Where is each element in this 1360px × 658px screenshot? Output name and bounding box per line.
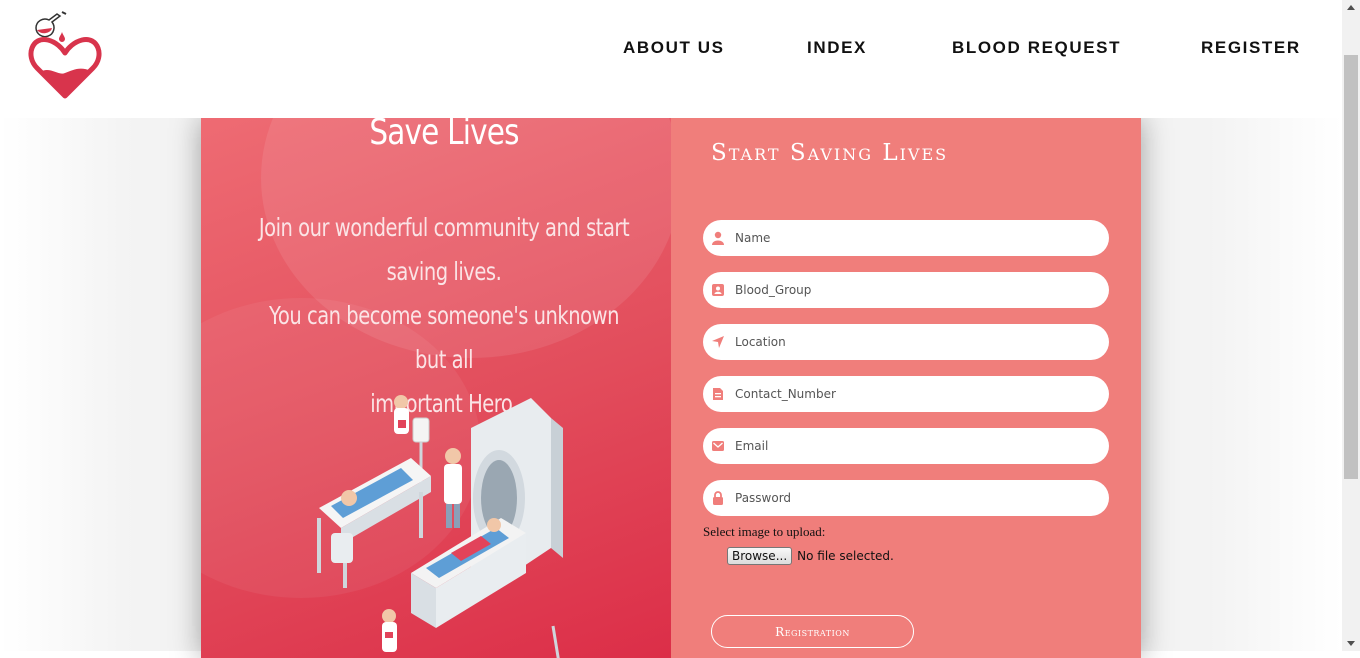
location-arrow-icon bbox=[712, 336, 724, 348]
email-input[interactable] bbox=[735, 434, 1075, 458]
location-input[interactable] bbox=[735, 330, 1075, 354]
hospital-mri-illustration bbox=[317, 395, 563, 658]
email-field[interactable] bbox=[703, 428, 1109, 464]
file-status: No file selected. bbox=[797, 549, 894, 563]
registration-button[interactable]: Registration bbox=[711, 615, 914, 648]
hero-title: Save Lives bbox=[369, 118, 519, 153]
contact-number-input[interactable] bbox=[735, 382, 1075, 406]
nav-blood-request[interactable]: BLOOD REQUEST bbox=[952, 38, 1121, 58]
form-panel: Start Saving Lives Select image to uploa… bbox=[671, 118, 1141, 658]
blood-group-field[interactable] bbox=[703, 272, 1109, 308]
lock-icon bbox=[713, 491, 723, 505]
location-field[interactable] bbox=[703, 324, 1109, 360]
vertical-scrollbar[interactable] bbox=[1342, 0, 1360, 651]
envelope-icon bbox=[712, 441, 724, 451]
name-field[interactable] bbox=[703, 220, 1109, 256]
browse-button[interactable]: Browse... bbox=[727, 547, 793, 565]
document-icon bbox=[713, 388, 723, 400]
scroll-down-arrow-icon[interactable] bbox=[1342, 635, 1360, 651]
form-title: Start Saving Lives bbox=[711, 140, 949, 166]
hero-panel: Save Lives Join our wonderful community … bbox=[201, 118, 671, 658]
hero-text-line: You can become someone's unknown but all bbox=[269, 301, 619, 374]
upload-label: Select image to upload: bbox=[703, 524, 826, 539]
site-header: ABOUT US INDEX BLOOD REQUEST REGISTER bbox=[0, 0, 1342, 118]
scroll-thumb[interactable] bbox=[1344, 55, 1358, 479]
name-input[interactable] bbox=[735, 226, 1075, 250]
contact-number-field[interactable] bbox=[703, 376, 1109, 412]
file-upload: Browse... No file selected. bbox=[727, 547, 894, 565]
scroll-up-arrow-icon[interactable] bbox=[1342, 0, 1360, 16]
user-icon bbox=[712, 231, 724, 245]
hero-text-line: Join our wonderful community and start s… bbox=[258, 213, 630, 286]
contact-book-icon bbox=[712, 284, 724, 296]
registration-card: Save Lives Join our wonderful community … bbox=[201, 118, 1141, 658]
password-input[interactable] bbox=[735, 486, 1075, 510]
nav-index[interactable]: INDEX bbox=[807, 38, 867, 58]
heart-blood-logo-icon[interactable] bbox=[28, 10, 102, 100]
blood-group-input[interactable] bbox=[735, 278, 1075, 302]
password-field[interactable] bbox=[703, 480, 1109, 516]
nav-about-us[interactable]: ABOUT US bbox=[623, 38, 725, 58]
nav-register[interactable]: REGISTER bbox=[1201, 38, 1301, 58]
